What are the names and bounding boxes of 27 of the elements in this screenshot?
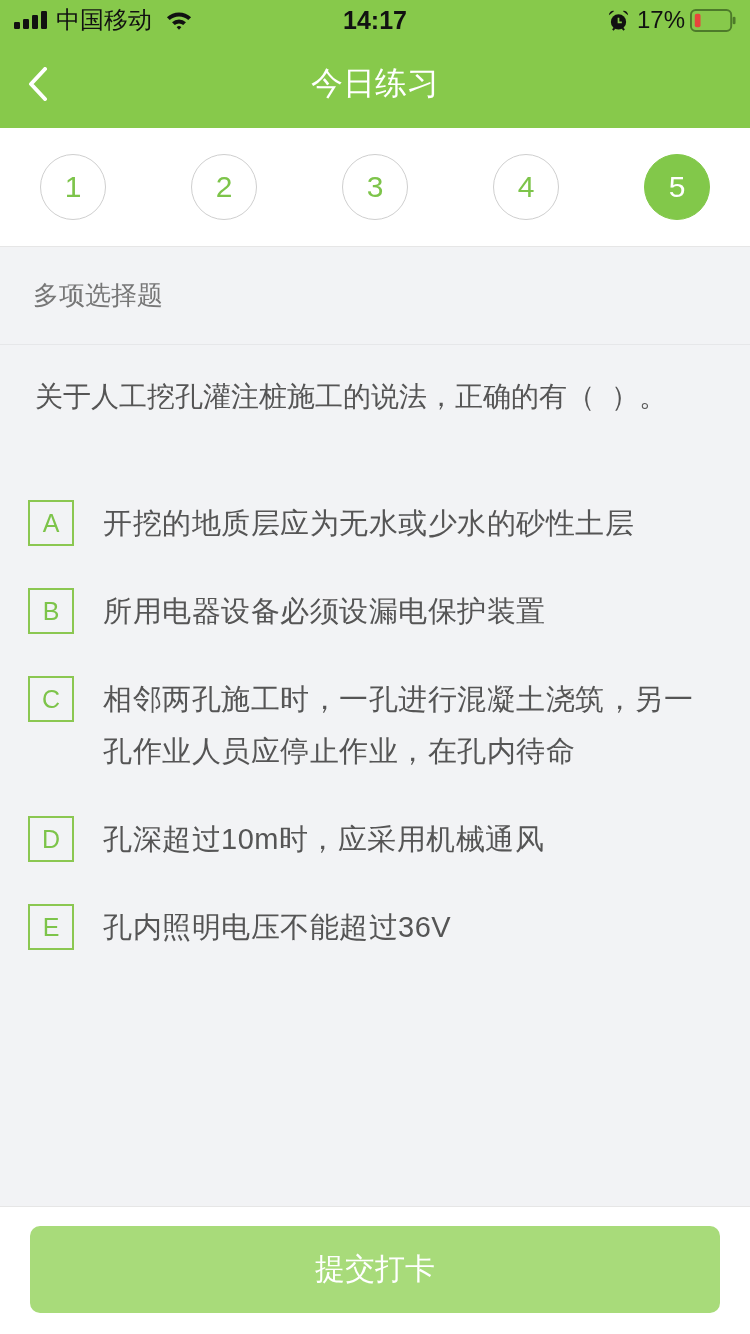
option-text: 孔深超过10m时，应采用机械通风 bbox=[103, 822, 545, 857]
question-text: 关于人工挖孔灌注桩施工的说法，正确的有（ ）。 bbox=[35, 380, 668, 414]
clock-time: 14:17 bbox=[342, 5, 408, 35]
option-letter-box[interactable]: C bbox=[28, 676, 74, 722]
page-title: 今日练习 bbox=[310, 64, 440, 103]
chevron-left-icon bbox=[28, 67, 48, 101]
option-text: 孔内照明电压不能超过36V bbox=[103, 910, 452, 945]
question-number-button[interactable]: 4 bbox=[493, 154, 559, 220]
question-number-button[interactable]: 3 bbox=[342, 154, 408, 220]
option-letter-box[interactable]: A bbox=[28, 500, 74, 546]
wifi-icon bbox=[166, 10, 192, 30]
option-letter-box[interactable]: E bbox=[28, 904, 74, 950]
option-text: 所用电器设备必须设漏电保护装置 bbox=[103, 594, 546, 629]
question-number-button[interactable]: 1 bbox=[40, 154, 106, 220]
option-text: 开挖的地质层应为无水或少水的砂性土层 bbox=[103, 506, 634, 541]
battery-icon bbox=[690, 8, 736, 32]
question-number-button[interactable]: 2 bbox=[191, 154, 257, 220]
option-text: 相邻两孔施工时，一孔进行混凝土浇筑，另一孔作业人员应停止作业，在孔内待命 bbox=[103, 682, 694, 769]
option-letter-box[interactable]: D bbox=[28, 816, 74, 862]
alarm-clock-icon bbox=[607, 9, 629, 31]
back-button[interactable] bbox=[28, 67, 50, 101]
signal-icon bbox=[14, 11, 48, 29]
question-number-button[interactable]: 5 bbox=[644, 154, 710, 220]
battery-percent: 17% bbox=[636, 6, 685, 34]
question-type-label: 多项选择题 bbox=[33, 279, 163, 312]
carrier-name: 中国移动 bbox=[56, 5, 152, 35]
option-letter-box[interactable]: B bbox=[28, 588, 74, 634]
